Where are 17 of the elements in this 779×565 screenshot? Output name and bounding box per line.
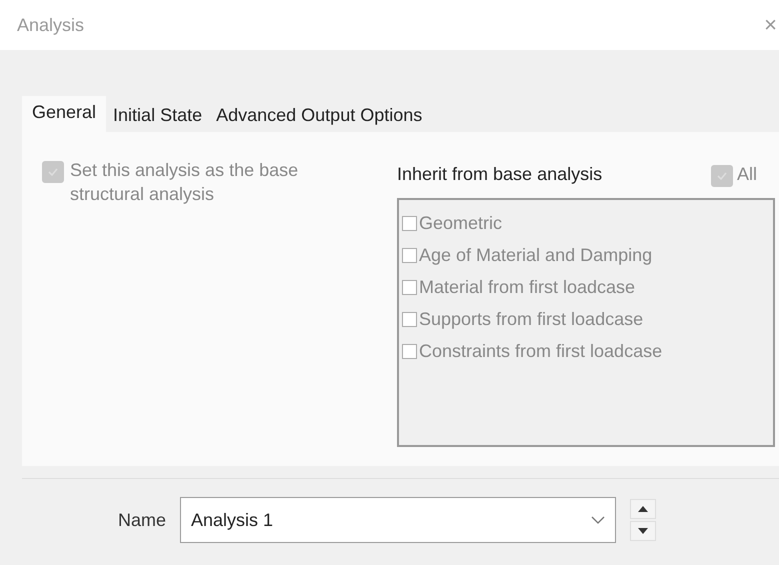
checkbox-label: All — [736, 163, 757, 186]
checkbox-label: Set this analysis as the base structural analysis — [70, 159, 300, 206]
field-label: Name — [118, 510, 166, 530]
window-title: Analysis — [17, 14, 84, 36]
checkbox-label: Material from first loadcase — [419, 276, 636, 298]
chevron-down-icon — [591, 516, 606, 524]
triangle-down-icon — [638, 528, 648, 534]
section-title: Inherit from base analysis — [397, 164, 602, 184]
checkbox-label: Supports from first loadcase — [419, 308, 644, 330]
checkbox-label: Geometric — [419, 212, 502, 234]
name-dropdown[interactable]: Analysis 1 — [180, 497, 616, 543]
checkbox-label: Age of Material and Damping — [419, 244, 652, 266]
spin-down-button[interactable] — [630, 521, 656, 541]
checkbox-label: Constraints from first loadcase — [419, 340, 662, 362]
triangle-up-icon — [638, 506, 648, 512]
spin-up-button[interactable] — [630, 499, 656, 519]
tab[interactable]: General — [22, 96, 106, 132]
